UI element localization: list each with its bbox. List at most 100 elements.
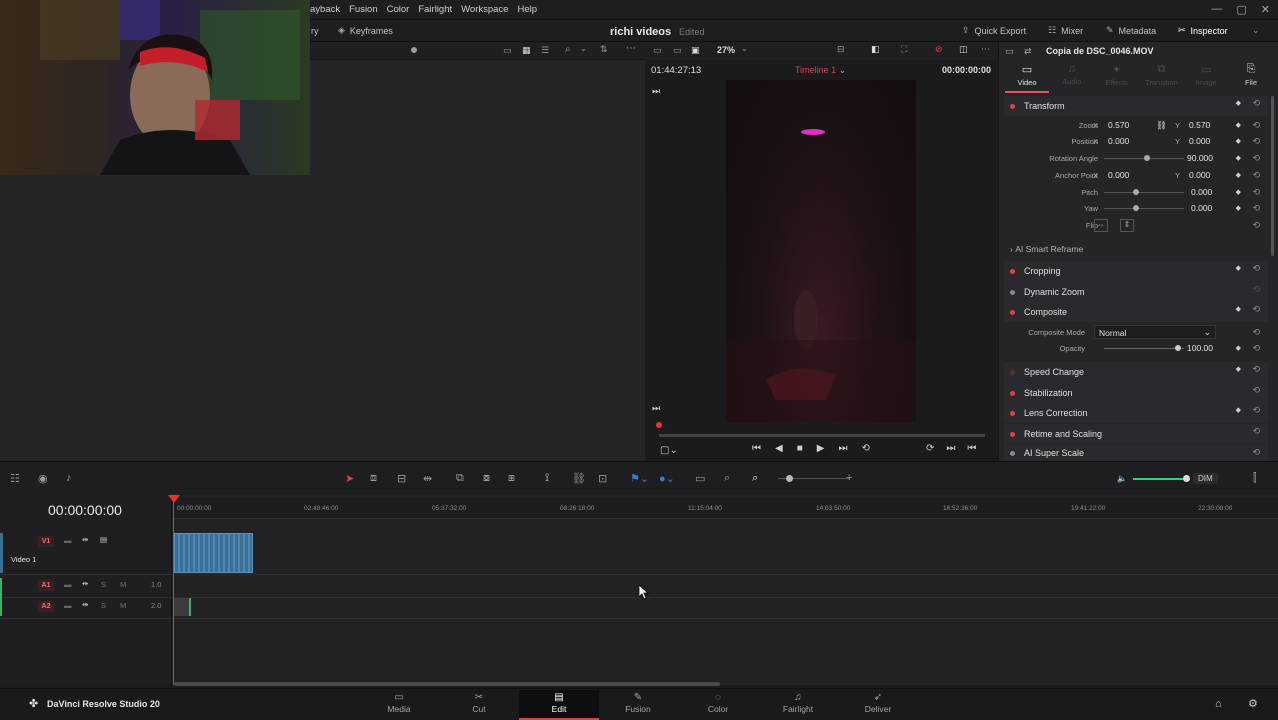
lock-icon[interactable]: ▬: [64, 536, 72, 545]
selection-tool-icon[interactable]: ➤: [345, 472, 354, 485]
enable-dot[interactable]: [1010, 103, 1015, 109]
page-color[interactable]: ◌ Color: [678, 690, 758, 720]
auto-select-icon[interactable]: ⇹: [82, 535, 88, 544]
pitch-slider-knob[interactable]: [1133, 189, 1139, 195]
link-icon[interactable]: ⛓: [1156, 120, 1167, 131]
grid-view-icon[interactable]: ▦: [522, 45, 531, 56]
detail-view-icon[interactable]: ☰: [541, 45, 549, 56]
page-deliver[interactable]: ➶ Deliver: [838, 690, 918, 720]
detail-zoom-icon[interactable]: ⌕: [724, 472, 730, 485]
blade-tool-icon[interactable]: ⇹: [423, 472, 432, 485]
reset-icon[interactable]: ⟲: [1252, 153, 1260, 164]
audio-meter-icon[interactable]: ⫿: [1253, 472, 1257, 485]
play-reverse-icon[interactable]: ◀: [775, 443, 783, 454]
auto-select-icon[interactable]: ⇹: [82, 600, 88, 609]
stop-icon[interactable]: ■: [797, 443, 803, 454]
timeline-settings-icon[interactable]: ◉: [38, 472, 48, 485]
anchor-x-value[interactable]: 0.000: [1108, 170, 1129, 180]
insert-clip-icon[interactable]: ⧉: [456, 472, 464, 485]
viewer-size-icon[interactable]: ▢⌄: [660, 445, 678, 456]
menu-fairlight[interactable]: Fairlight: [418, 4, 452, 15]
viewer-scrubber[interactable]: [659, 434, 985, 437]
v1-track-tag[interactable]: V1: [38, 536, 54, 547]
mixer-button[interactable]: ☷ Mixer: [1048, 25, 1083, 36]
viewer-layout-icon[interactable]: ▭: [653, 45, 662, 56]
minimize-button[interactable]: —: [1211, 3, 1222, 16]
previous-frame-marker-icon[interactable]: ⏭: [652, 86, 660, 97]
next-edit-icon[interactable]: ⏭: [946, 443, 955, 454]
overwrite-clip-icon[interactable]: ⧇: [483, 472, 490, 485]
position-y-value[interactable]: 0.000: [1189, 136, 1210, 146]
reset-icon[interactable]: ⟲: [1252, 364, 1260, 375]
keyframe-icon[interactable]: ◆: [1236, 264, 1241, 272]
position-x-value[interactable]: 0.000: [1108, 136, 1129, 146]
gear-icon[interactable]: ⚙: [1248, 697, 1258, 710]
menu-playback[interactable]: ayback: [310, 4, 340, 15]
lock-icon[interactable]: ▬: [64, 580, 72, 589]
reset-icon[interactable]: ⟲: [1252, 220, 1260, 231]
timeline-zoom-knob[interactable]: [786, 475, 793, 482]
tab-image[interactable]: ▭ Image: [1184, 63, 1228, 93]
keyframe-icon[interactable]: ◆: [1236, 204, 1241, 212]
lock-icon[interactable]: ▬: [64, 601, 72, 610]
opacity-slider-knob[interactable]: [1175, 345, 1181, 351]
a1-track-tag[interactable]: A1: [38, 580, 54, 591]
quick-export-button[interactable]: ⇪ Quick Export: [962, 25, 1026, 36]
tab-transition[interactable]: ⧉ Transition: [1139, 63, 1183, 93]
full-extent-zoom-icon[interactable]: ▭: [695, 472, 705, 485]
a2-track-tag[interactable]: A2: [38, 601, 54, 612]
composite-mode-select[interactable]: Normal ⌄: [1094, 325, 1216, 339]
tab-audio[interactable]: ♫ Audio: [1050, 63, 1094, 93]
toolbar-left-partial[interactable]: ry: [311, 26, 319, 36]
audio-clip[interactable]: [174, 598, 191, 616]
page-media[interactable]: ▭ Media: [359, 690, 439, 720]
super-scale-section-header[interactable]: AI Super Scale ⟲: [1004, 445, 1268, 461]
keyframes-button[interactable]: ◈ Keyframes: [338, 25, 393, 36]
match-frame-icon[interactable]: ⟳: [926, 443, 934, 454]
v1-track-name[interactable]: Video 1: [11, 555, 36, 564]
speed-change-section-header[interactable]: Speed Change ◆ ⟲: [1004, 362, 1268, 382]
keyframe-icon[interactable]: ◆: [1236, 406, 1241, 414]
more-options-icon[interactable]: ⋯: [626, 43, 636, 54]
home-icon[interactable]: ⌂: [1215, 698, 1222, 710]
enable-dot[interactable]: [1010, 369, 1015, 375]
reset-icon[interactable]: ⟲: [1252, 304, 1260, 315]
list-view-icon[interactable]: ▭: [503, 45, 512, 56]
menu-fusion[interactable]: Fusion: [349, 4, 378, 15]
enable-dot[interactable]: [1010, 410, 1015, 416]
dynamic-trim-icon[interactable]: ⊟: [397, 472, 406, 485]
search-icon[interactable]: ⌕: [565, 44, 571, 55]
keyframe-icon[interactable]: ◆: [1236, 99, 1241, 107]
reset-icon[interactable]: ⟲: [1252, 343, 1260, 354]
reset-icon[interactable]: ⟲: [1252, 263, 1260, 274]
enable-dot[interactable]: [1010, 390, 1015, 396]
reset-icon[interactable]: ⟲: [1252, 405, 1260, 416]
trim-tool-icon[interactable]: ⧈: [370, 472, 377, 485]
ai-smart-reframe-header[interactable]: › AI Smart Reframe: [1010, 244, 1083, 254]
volume-slider[interactable]: [1132, 474, 1190, 482]
enable-dot[interactable]: [1010, 309, 1015, 315]
keyframe-icon[interactable]: ◆: [1236, 305, 1241, 313]
timeline-selector[interactable]: Timeline 1 ⌄: [795, 65, 846, 76]
auto-select-icon[interactable]: ⇹: [82, 579, 88, 588]
menu-color[interactable]: Color: [387, 4, 410, 15]
marker-icon[interactable]: ●⌄: [659, 472, 675, 485]
chevron-down-icon[interactable]: ⌄: [741, 44, 748, 53]
single-viewer-icon[interactable]: ▣: [691, 45, 700, 56]
zoom-x-value[interactable]: 0.570: [1108, 120, 1129, 130]
speaker-icon[interactable]: 🔈: [1117, 474, 1127, 483]
scrubber-playhead[interactable]: [656, 422, 662, 428]
voiceover-icon[interactable]: ♪: [66, 472, 72, 484]
reset-icon[interactable]: ⟲: [1252, 170, 1260, 181]
metadata-button[interactable]: ✎ Metadata: [1106, 25, 1156, 36]
mute-button[interactable]: M: [120, 580, 126, 589]
keyframe-icon[interactable]: ◆: [1236, 154, 1241, 162]
anchor-y-value[interactable]: 0.000: [1189, 170, 1210, 180]
linked-selection-icon[interactable]: ⛓: [572, 472, 586, 485]
reset-icon[interactable]: ⟲: [1252, 327, 1260, 338]
lens-correction-section-header[interactable]: Lens Correction ◆ ⟲: [1004, 403, 1268, 423]
enable-dot[interactable]: [1010, 450, 1015, 456]
custom-zoom-icon[interactable]: ⌕: [752, 472, 758, 485]
yaw-slider-knob[interactable]: [1133, 205, 1139, 211]
page-fairlight[interactable]: ♫ Fairlight: [758, 690, 838, 720]
